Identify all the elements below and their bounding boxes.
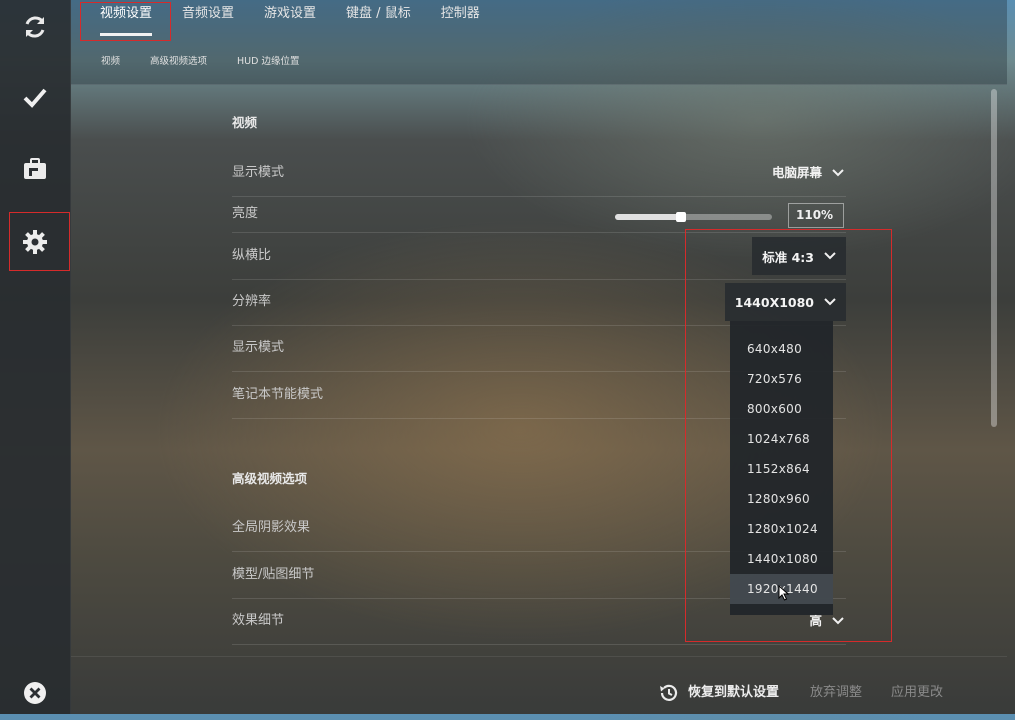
refresh-icon[interactable] [8,0,62,54]
divider [71,84,1007,85]
slider-fill [615,214,681,220]
row-label: 笔记本节能模式 [232,387,324,402]
footer-bar: 恢复到默认设置 放弃调整 应用更改 [71,656,1007,715]
tab-game-settings[interactable]: 游戏设置 [249,0,331,40]
resolution-option[interactable]: 1280x960 [730,484,833,514]
resolution-option[interactable]: 800x600 [730,394,833,424]
row-label: 模型/贴图细节 [232,567,315,582]
chevron-down-icon [824,252,836,260]
row-label: 显示模式 [232,165,285,180]
slider-handle[interactable] [675,212,686,222]
brightness-slider[interactable] [615,212,772,222]
row-brightness: 亮度 110% [232,196,846,233]
tab-label: 游戏设置 [264,6,317,21]
active-tab-underline [100,33,153,36]
main-tabs: 视频设置 音频设置 游戏设置 键盘 / 鼠标 控制器 [85,0,495,40]
tab-controller[interactable]: 控制器 [426,0,495,40]
tab-video-settings[interactable]: 视频设置 [85,0,167,40]
resolution-option[interactable]: 1152x864 [730,454,833,484]
resolution-option[interactable]: 1280x1024 [730,514,833,544]
close-icon[interactable] [8,666,62,720]
subtab-hud-edge[interactable]: HUD 边缘位置 [237,52,299,72]
row-aspect-ratio[interactable]: 纵横比 标准 4:3 [232,233,846,280]
section-title-video: 视频 [232,115,258,130]
aspect-ratio-select[interactable]: 标准 4:3 [752,237,846,275]
row-label: 效果细节 [232,613,285,628]
restore-defaults-button[interactable]: 恢复到默认设置 [658,681,779,705]
apply-changes-button[interactable]: 应用更改 [891,681,943,705]
row-resolution[interactable]: 分辨率 1440X1080 [232,279,846,326]
row-label: 分辨率 [232,294,272,309]
tab-label: 控制器 [440,6,480,21]
resolution-option[interactable]: 720x576 [730,364,833,394]
sub-tabs: 视频 高级视频选项 HUD 边缘位置 [101,52,329,72]
row-display-mode[interactable]: 显示模式 电脑屏幕 [232,150,846,197]
resolution-option[interactable]: 1024x768 [730,424,833,454]
mouse-cursor-icon [778,585,790,601]
check-icon[interactable] [8,70,62,124]
resolution-option[interactable]: 640x480 [730,334,833,364]
row-label: 纵横比 [232,248,272,263]
history-icon [660,684,678,701]
tab-label: 音频设置 [182,6,235,21]
brightness-value-input[interactable]: 110% [788,203,844,228]
row-label: 亮度 [232,206,259,221]
restore-defaults-label: 恢复到默认设置 [688,685,780,700]
discard-changes-button[interactable]: 放弃调整 [810,681,862,705]
tab-keyboard-mouse[interactable]: 键盘 / 鼠标 [331,0,426,40]
resolution-option[interactable]: 1440x1080 [730,544,833,574]
subtab-advanced-video[interactable]: 高级视频选项 [150,52,207,72]
top-bar: 视频设置 音频设置 游戏设置 键盘 / 鼠标 控制器 视频 高级视频选项 HUD… [71,0,1007,85]
section-title-advanced: 高级视频选项 [232,471,308,486]
aspect-ratio-value: 标准 4:3 [762,249,814,265]
chevron-down-icon [832,617,844,625]
tab-label: 视频设置 [100,6,153,21]
chevron-down-icon [824,298,836,306]
display-mode-value: 电脑屏幕 [771,165,822,180]
scrollbar-thumb[interactable] [991,89,997,427]
resolution-select[interactable]: 1440X1080 [724,283,846,321]
tab-audio-settings[interactable]: 音频设置 [167,0,249,40]
row-label: 显示模式 [232,340,285,355]
chevron-down-icon [832,169,844,177]
subtab-video[interactable]: 视频 [101,52,120,72]
sidebar [0,0,71,714]
row-label: 全局阴影效果 [232,520,311,535]
tab-label: 键盘 / 鼠标 [346,6,411,21]
resolution-value: 1440X1080 [734,294,814,310]
display-mode-select[interactable]: 电脑屏幕 [772,150,846,196]
resolution-dropdown: 640x480 720x576 800x600 1024x768 1152x86… [730,321,833,615]
gear-icon[interactable] [8,215,62,269]
briefcase-icon[interactable] [8,142,62,196]
